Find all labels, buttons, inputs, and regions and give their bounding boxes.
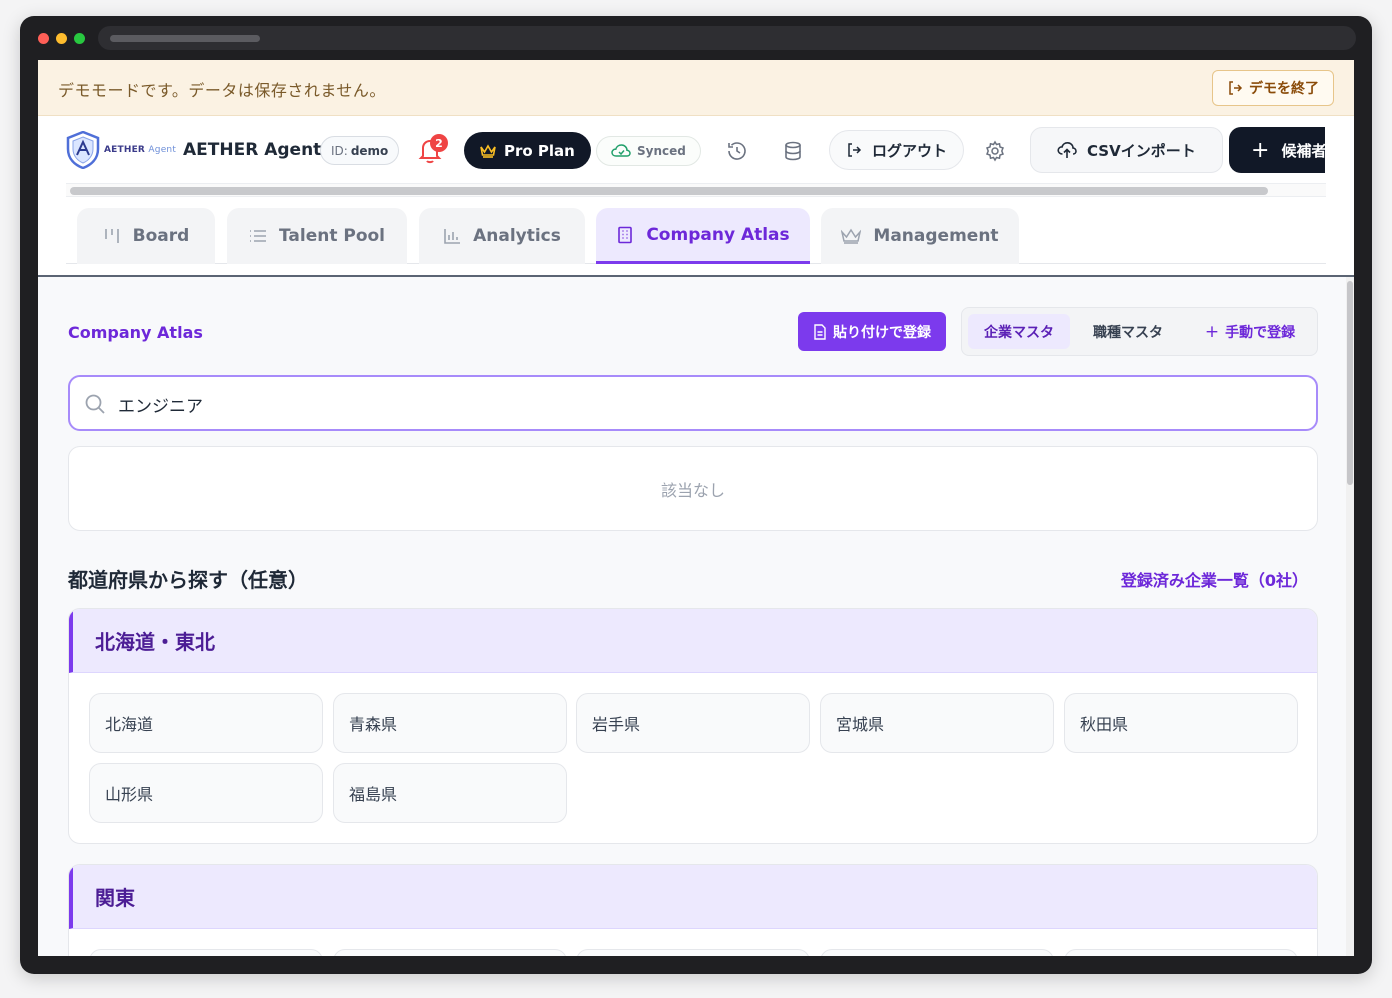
prefecture-button[interactable]: 山形県 <box>89 763 323 823</box>
history-button[interactable] <box>724 138 750 164</box>
prefecture-button[interactable] <box>89 949 323 956</box>
exit-demo-label: デモを終了 <box>1249 81 1319 97</box>
csv-import-button[interactable]: CSVインポート <box>1030 127 1223 173</box>
logout-label: ログアウト <box>872 141 948 160</box>
registered-companies-link[interactable]: 登録済み企業一覧（0社） <box>1121 567 1308 591</box>
tab-management[interactable]: Management <box>821 208 1019 264</box>
cloud-upload-icon <box>1057 141 1077 158</box>
bar-chart-icon <box>444 229 461 244</box>
cloud-check-icon <box>611 144 631 157</box>
prefecture-button[interactable] <box>1064 949 1298 956</box>
tab-talent-pool[interactable]: Talent Pool <box>227 208 407 264</box>
scrollbar-thumb[interactable] <box>1347 281 1353 485</box>
logout-icon <box>848 143 862 157</box>
list-icon <box>249 230 266 242</box>
main-tabs: Board Talent Pool Analytics Company Atla… <box>66 208 1326 264</box>
tab-label: Management <box>873 226 999 246</box>
demo-banner: デモモードです。データは保存されません。 デモを終了 <box>38 60 1354 116</box>
shield-logo-icon <box>66 131 100 169</box>
user-id-badge: ID: demo <box>320 136 400 165</box>
csv-import-label: CSVインポート <box>1087 141 1196 160</box>
section-title: Company Atlas <box>68 323 203 342</box>
tab-label: Board <box>132 226 190 246</box>
page-vertical-scrollbar[interactable] <box>1346 277 1354 956</box>
crown-icon <box>480 143 496 158</box>
region-header[interactable]: 関東 <box>69 865 1317 929</box>
job-master-tab[interactable]: 職種マスタ <box>1078 314 1178 349</box>
prefecture-button[interactable] <box>333 949 567 956</box>
pro-plan-button[interactable]: Pro Plan <box>464 132 591 169</box>
plus-icon: + <box>1204 321 1220 342</box>
search-icon <box>85 394 105 414</box>
sync-status-label: Synced <box>637 144 686 158</box>
header-horizontal-scrollbar[interactable] <box>66 183 1326 197</box>
tab-label: Company Atlas <box>646 224 790 245</box>
plus-icon: + <box>1251 137 1270 163</box>
prefecture-button[interactable] <box>576 949 810 956</box>
prefecture-button[interactable]: 宮城県 <box>820 693 1054 753</box>
browser-window: デモモードです。データは保存されません。 デモを終了 AETHER Agent … <box>20 16 1372 974</box>
prefecture-button[interactable]: 福島県 <box>333 763 567 823</box>
logout-button[interactable]: ログアウト <box>829 130 965 170</box>
add-candidate-button[interactable]: + 候補者 <box>1229 127 1325 173</box>
company-master-tab[interactable]: 企業マスタ <box>968 314 1070 349</box>
tab-company-atlas[interactable]: Company Atlas <box>596 208 810 264</box>
region-card-kanto: 関東 <box>68 864 1318 956</box>
company-search-box[interactable] <box>68 375 1318 431</box>
window-titlebar <box>20 16 1372 60</box>
company-atlas-panel: Company Atlas 貼り付けで登録 企業マスタ 職種マスタ + 手動で登… <box>38 277 1346 956</box>
app-header: AETHER Agent AETHER Agent ID: demo 2 Pro … <box>38 117 1354 197</box>
exit-demo-button[interactable]: デモを終了 <box>1212 70 1334 106</box>
prefecture-button[interactable]: 北海道 <box>89 693 323 753</box>
crown-icon <box>841 228 862 244</box>
demo-message: デモモードです。データは保存されません。 <box>58 81 386 100</box>
sync-status-badge: Synced <box>596 136 701 166</box>
history-icon <box>728 142 746 160</box>
region-card-hokkaido-tohoku: 北海道・東北 北海道 青森県 岩手県 宮城県 秋田県 山形県 福島県 <box>68 608 1318 844</box>
prefecture-section-title: 都道府県から探す（任意） <box>68 568 308 592</box>
prefecture-button[interactable]: 岩手県 <box>576 693 810 753</box>
scrollbar-thumb[interactable] <box>70 187 1268 195</box>
tab-label: Analytics <box>473 226 561 246</box>
id-label: ID: <box>331 143 348 158</box>
master-segmented-control: 企業マスタ 職種マスタ + 手動で登録 <box>961 307 1318 356</box>
tab-label: Talent Pool <box>278 226 386 246</box>
id-value: demo <box>350 143 389 158</box>
search-input[interactable] <box>118 389 1268 419</box>
minimize-window-button[interactable] <box>56 33 67 44</box>
maximize-window-button[interactable] <box>74 33 85 44</box>
region-header[interactable]: 北海道・東北 <box>69 609 1317 673</box>
tab-analytics[interactable]: Analytics <box>419 208 585 264</box>
page-viewport: デモモードです。データは保存されません。 デモを終了 AETHER Agent … <box>38 60 1354 956</box>
database-button[interactable] <box>780 138 806 164</box>
gear-icon <box>986 140 1004 162</box>
document-icon <box>814 323 826 340</box>
no-results-panel: 該当なし <box>68 446 1318 531</box>
pro-plan-label: Pro Plan <box>504 141 575 160</box>
notification-count-badge: 2 <box>430 134 448 152</box>
building-icon <box>618 226 633 243</box>
paste-register-label: 貼り付けで登録 <box>833 324 931 341</box>
add-candidate-label: 候補者 <box>1281 141 1325 160</box>
manual-register-label: 手動で登録 <box>1225 324 1296 341</box>
logout-icon <box>1229 81 1243 95</box>
address-placeholder <box>110 35 260 42</box>
no-results-message: 該当なし <box>660 480 725 500</box>
paste-register-button[interactable]: 貼り付けで登録 <box>798 312 946 351</box>
brand-logo-group[interactable]: AETHER Agent <box>66 131 176 169</box>
prefecture-button[interactable]: 青森県 <box>333 693 567 753</box>
prefecture-button[interactable] <box>820 949 1054 956</box>
settings-button[interactable] <box>982 138 1008 164</box>
prefecture-button[interactable]: 秋田県 <box>1064 693 1298 753</box>
close-window-button[interactable] <box>38 33 49 44</box>
brand-logo-text: AETHER Agent <box>104 145 177 155</box>
kanban-icon <box>104 229 119 243</box>
database-icon <box>785 141 801 161</box>
app-name: AETHER Agent <box>183 140 322 160</box>
manual-register-button[interactable]: + 手動で登録 <box>1188 314 1312 349</box>
tab-board[interactable]: Board <box>77 208 215 264</box>
address-bar[interactable] <box>98 26 1356 50</box>
